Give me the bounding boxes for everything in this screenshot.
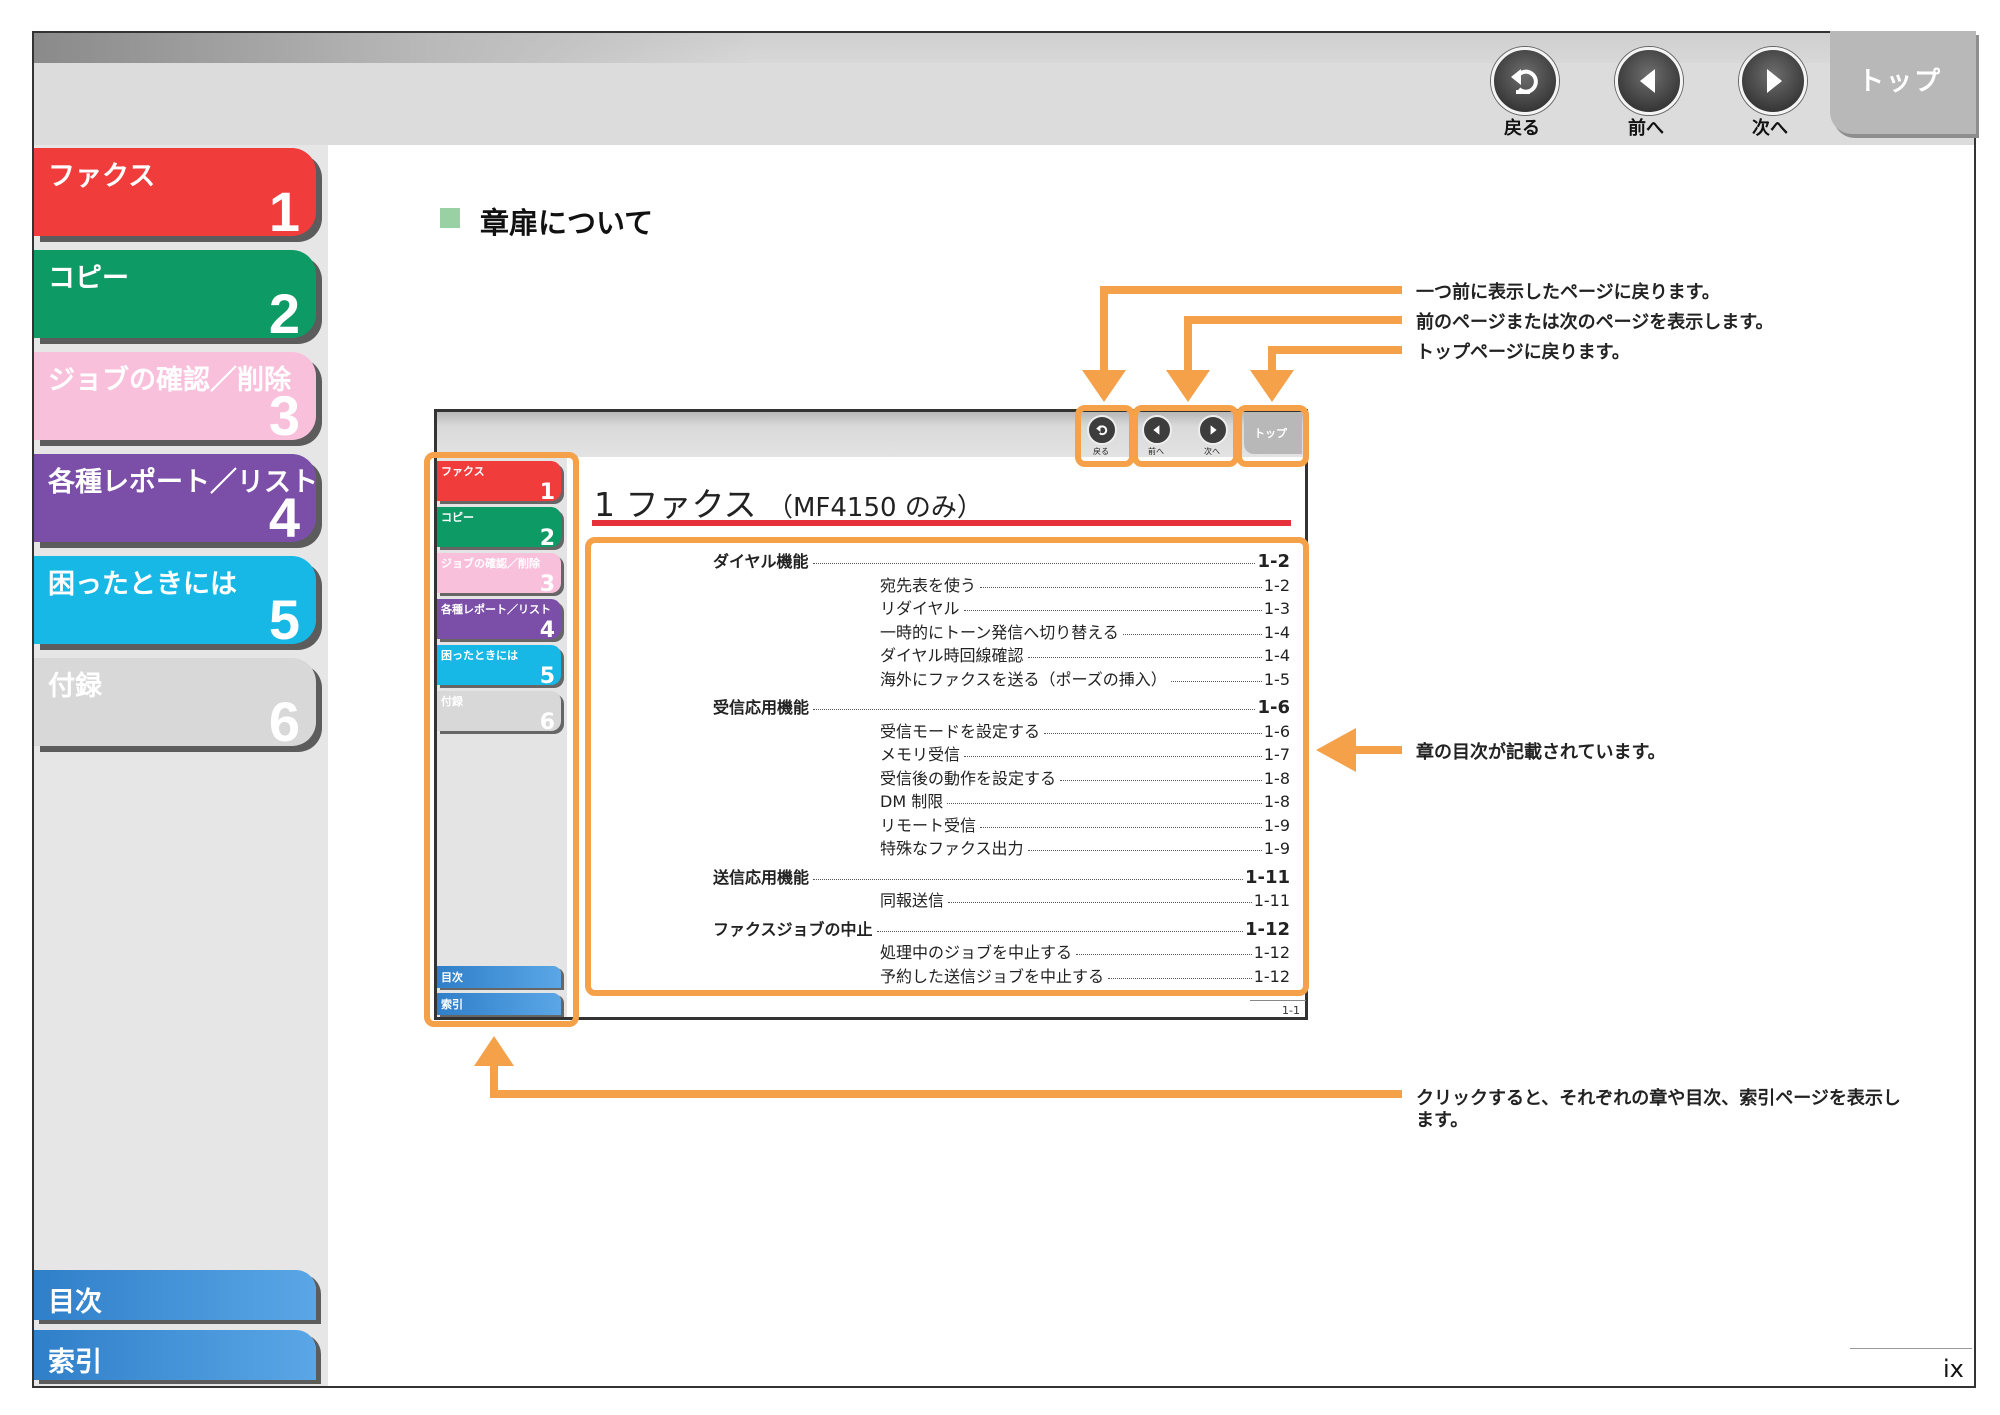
page-number: ix (1943, 1355, 1964, 1383)
annotation-arrows (474, 286, 1402, 1098)
page-number-rule (1850, 1348, 1972, 1349)
